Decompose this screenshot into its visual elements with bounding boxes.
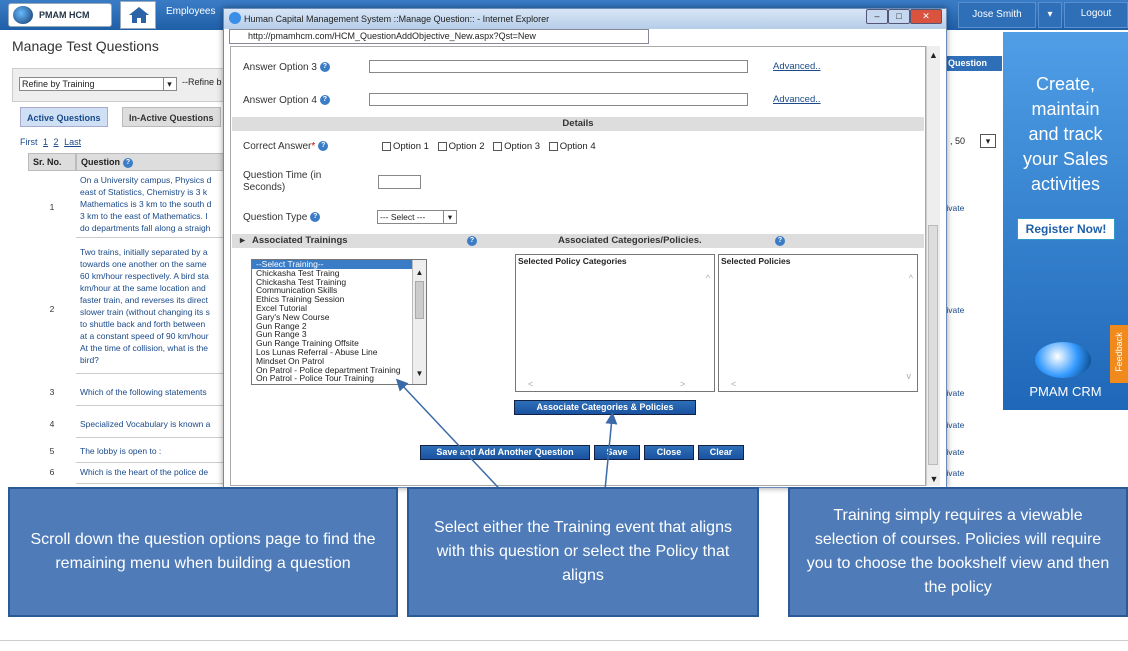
callout-training-vs-policies: Training simply requires a viewable sele… [788,487,1128,617]
callout-select-training: Select either the Training event that al… [407,487,759,617]
callout-scroll-instructions: Scroll down the question options page to… [8,487,398,617]
arrow-to-training-list [395,378,511,501]
bottom-divider [0,640,1128,641]
